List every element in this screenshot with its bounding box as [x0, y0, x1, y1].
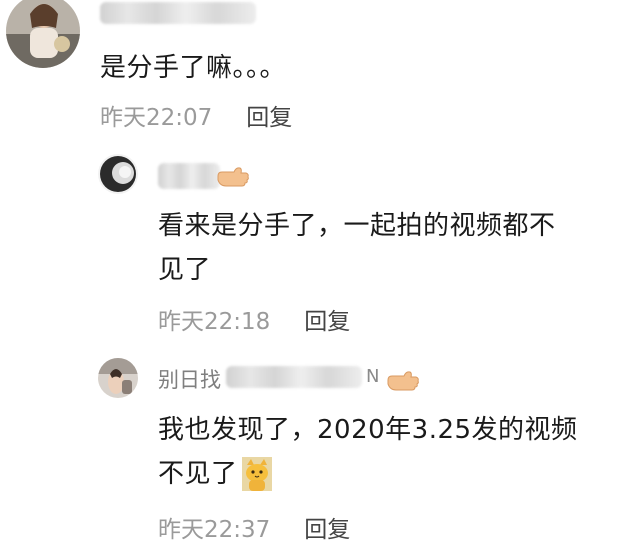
timestamp: 昨天22:07: [100, 105, 213, 131]
username-suffix[interactable]: N: [366, 366, 379, 387]
comment-text-line2-wrap: 不见了: [158, 452, 272, 496]
username-blurred[interactable]: [226, 366, 362, 388]
reply-button[interactable]: 回复: [304, 510, 350, 541]
comment-text-line2: 见了: [158, 255, 212, 285]
cat-emoji-icon: [241, 457, 272, 491]
reply-button[interactable]: 回复: [304, 302, 350, 336]
timestamp: 昨天22:37: [158, 517, 271, 541]
username-blurred[interactable]: [100, 2, 256, 24]
comment-text: 是分手了嘛。。。: [100, 53, 287, 83]
timestamp: 昨天22:18: [158, 309, 271, 335]
comment-text-line1: 看来是分手了，一起拍的视频都不: [158, 211, 556, 241]
username-prefix[interactable]: 别日找: [158, 364, 221, 394]
avatar[interactable]: [98, 358, 138, 398]
pointing-hand-icon: [387, 371, 419, 391]
avatar[interactable]: [6, 0, 80, 68]
comment-text-line2: 不见了: [158, 459, 238, 489]
reply-button[interactable]: 回复: [246, 98, 292, 132]
username-blurred[interactable]: [158, 163, 220, 189]
avatar[interactable]: [98, 154, 138, 194]
pointing-hand-icon: [217, 167, 249, 187]
comment-meta: 昨天22:37 回复: [158, 510, 350, 541]
comment-thread: 是分手了嘛。。。 昨天22:07 回复 看来是分手了，一起拍的视频都不 见了 昨…: [0, 0, 640, 541]
comment-meta: 昨天22:18 回复: [158, 302, 350, 336]
comment-text-line1: 我也发现了，2020年3.25发的视频: [158, 415, 578, 445]
comment-meta: 昨天22:07 回复: [100, 98, 292, 132]
